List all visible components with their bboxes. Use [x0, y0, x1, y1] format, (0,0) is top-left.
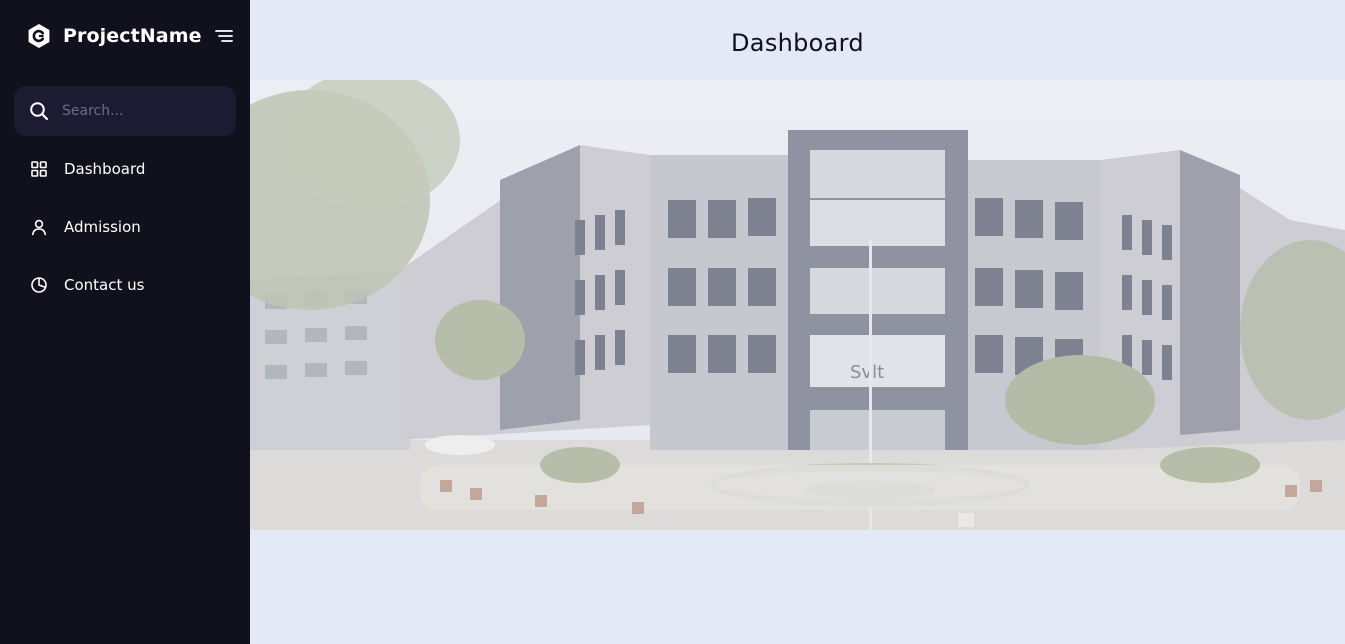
search-input[interactable] — [62, 96, 222, 126]
search-box — [14, 86, 236, 136]
sidebar-item-contact-us[interactable]: Contact us — [14, 263, 236, 307]
sidebar-item-label: Admission — [64, 218, 141, 236]
sidebar-item-admission[interactable]: Admission — [14, 205, 236, 249]
grid-icon — [31, 161, 47, 177]
brand-name: ProjectName — [63, 25, 202, 47]
building-sign: Svlt — [850, 362, 884, 383]
hero-banner: Svlt — [250, 80, 1345, 530]
sidebar-item-label: Contact us — [64, 276, 145, 294]
user-icon — [31, 219, 46, 236]
menu-lines-icon[interactable] — [215, 28, 233, 44]
search-icon[interactable] — [29, 101, 49, 121]
pie-chart-icon — [31, 277, 47, 293]
c-hexagon-logo-icon — [28, 24, 50, 48]
campus-building-image: Svlt — [250, 80, 1345, 530]
sidebar: ProjectName Dashboard Admission — [0, 0, 250, 644]
brand[interactable]: ProjectName — [26, 22, 202, 50]
page-title: Dashboard — [731, 29, 864, 57]
sidebar-item-label: Dashboard — [64, 160, 146, 178]
sidebar-item-dashboard[interactable]: Dashboard — [14, 147, 236, 191]
header: Dashboard — [250, 0, 1345, 80]
